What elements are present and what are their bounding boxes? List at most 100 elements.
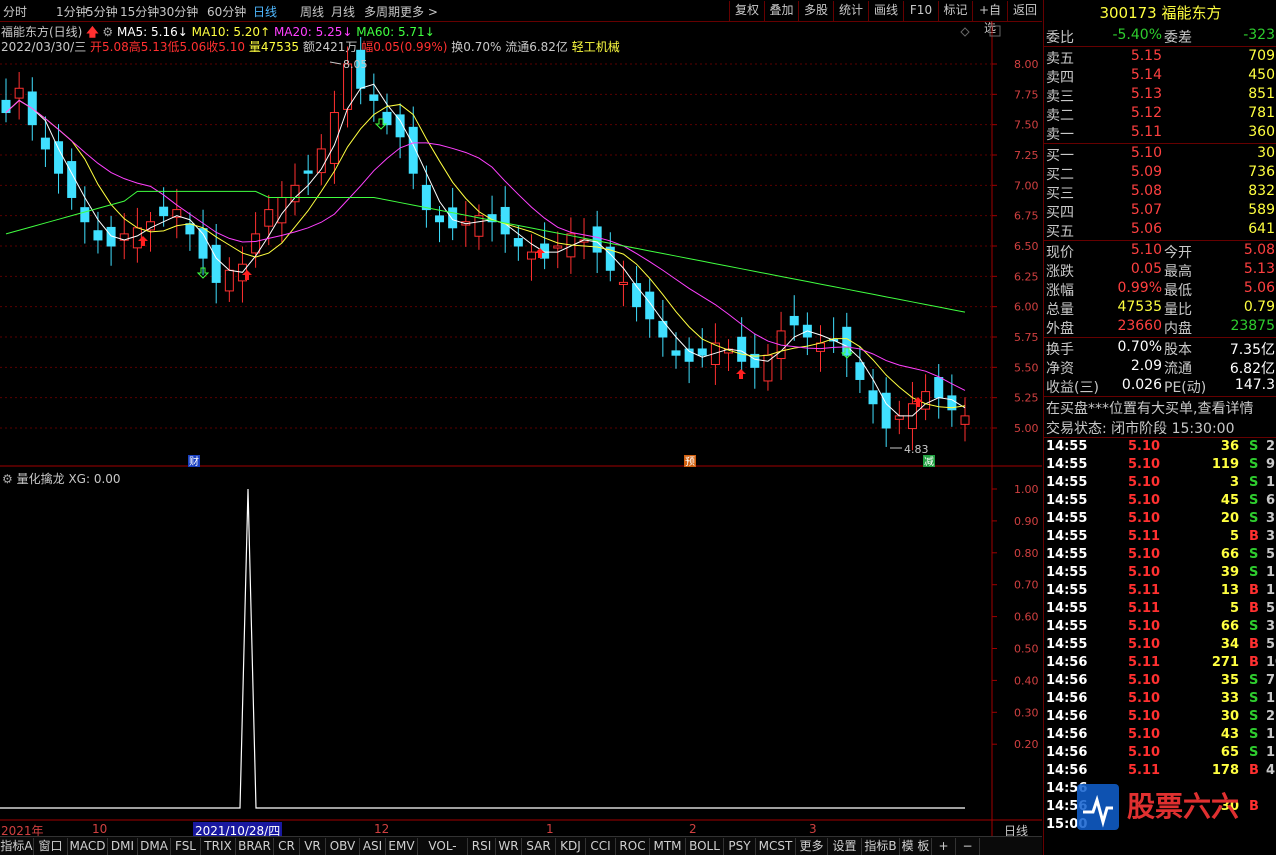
- indicator-tab-11[interactable]: ASI: [360, 838, 386, 855]
- indicator-tab-14[interactable]: RSI: [468, 838, 496, 855]
- big-order-notice[interactable]: 在买盘***位置有大买单,查看详情: [1046, 398, 1276, 417]
- indicator-tab-2[interactable]: MACD: [68, 838, 108, 855]
- indicator-tab-23[interactable]: MCST: [756, 838, 796, 855]
- indicator-tab-1[interactable]: 窗口: [34, 838, 68, 855]
- indicator-tab-9[interactable]: VR: [300, 838, 326, 855]
- indicator-tab-8[interactable]: CR: [274, 838, 300, 855]
- bid-row: 买一 5.10 30: [1044, 145, 1276, 164]
- candle-body: [934, 376, 944, 399]
- candle-body: [14, 87, 24, 99]
- watermark-logo: 股票六六: [1077, 784, 1239, 830]
- tick-row: 14:56 5.10 30 S 2: [1044, 709, 1276, 727]
- tick-price: 5.10: [1128, 691, 1161, 706]
- indicator-tab-29[interactable]: −: [956, 838, 980, 855]
- stat-row: 总量 47535 量比 0.79: [1044, 299, 1276, 318]
- indicator-tab-18[interactable]: CCI: [586, 838, 616, 855]
- stat-row: 涨跌 0.05 最高 5.13: [1044, 261, 1276, 280]
- tick-time: 14:55: [1046, 565, 1088, 580]
- indicator-tab-5[interactable]: FSL: [171, 838, 201, 855]
- candle-body: [894, 415, 904, 420]
- tick-side: S: [1249, 457, 1259, 472]
- weibi-row-label: 委比: [1046, 30, 1074, 46]
- weibi-row-value: -5.40%: [1112, 27, 1162, 43]
- tick-row: 14:56 5.10 65 S 1: [1044, 745, 1276, 763]
- ask-row: 卖四 5.14 450: [1044, 67, 1276, 86]
- ind-label-7: 0.30: [1014, 706, 1039, 719]
- price-label-1: 7.75: [1014, 88, 1039, 101]
- watermark-text: 股票六六: [1127, 790, 1239, 823]
- stat-row-label2: 最低: [1164, 283, 1192, 299]
- tick-volume: 30: [1220, 709, 1239, 724]
- tick-price: 5.11: [1128, 529, 1161, 544]
- indicator-tab-19[interactable]: ROC: [616, 838, 650, 855]
- indicator-tab-20[interactable]: MTM: [650, 838, 686, 855]
- indicator-tab-15[interactable]: WR: [496, 838, 522, 855]
- indicator-tab-24[interactable]: 更多: [796, 838, 828, 855]
- indicator-tab-12[interactable]: EMV: [386, 838, 418, 855]
- stat-row-label: 涨幅: [1046, 283, 1074, 299]
- tick-price: 5.10: [1128, 619, 1161, 634]
- tick-count: 5: [1266, 601, 1276, 616]
- tick-side: B: [1249, 637, 1259, 652]
- tick-time: 14:55: [1046, 637, 1088, 652]
- bid-label: 买五: [1046, 224, 1074, 240]
- ind-label-8: 0.20: [1014, 738, 1039, 751]
- candle-body: [421, 184, 431, 211]
- low-label: 4.83: [904, 443, 929, 456]
- tick-count: 1: [1266, 727, 1276, 742]
- indicator-tab-22[interactable]: PSY: [724, 838, 756, 855]
- tick-side: B: [1249, 601, 1259, 616]
- indicator-tab-6[interactable]: TRIX: [201, 838, 236, 855]
- indicator-tab-0[interactable]: 指标A: [0, 838, 34, 855]
- indicator-tab-7[interactable]: BRAR: [236, 838, 274, 855]
- tick-side: S: [1249, 511, 1259, 526]
- tick-price: 5.10: [1128, 439, 1161, 454]
- stat-row-label2: 今开: [1164, 245, 1192, 261]
- indicator-tab-26[interactable]: 指标B: [862, 838, 900, 855]
- indicator-tab-17[interactable]: KDJ: [556, 838, 586, 855]
- tick-time: 14:55: [1046, 457, 1088, 472]
- stat-row-value2: 23875: [1230, 318, 1275, 334]
- bid-volume: 641: [1248, 221, 1275, 237]
- bid-row: 买五 5.06 641: [1044, 221, 1276, 240]
- tick-side: B: [1249, 655, 1259, 670]
- tick-time: 14:56: [1046, 691, 1088, 706]
- indicator-tab-25[interactable]: 设置: [828, 838, 862, 855]
- indicator-tab-16[interactable]: SAR: [522, 838, 556, 855]
- indicator-tab-4[interactable]: DMA: [138, 838, 171, 855]
- fin-row-value: 2.09: [1130, 358, 1162, 374]
- indicator-tab-13[interactable]: VOL-TDX: [418, 838, 468, 855]
- tick-row: 14:55 5.10 119 S 9: [1044, 457, 1276, 475]
- candle-body: [185, 223, 195, 235]
- indicator-tab-3[interactable]: DMI: [108, 838, 138, 855]
- badge2-text: 预: [685, 456, 695, 468]
- candle-body: [513, 238, 523, 247]
- tick-volume: 271: [1211, 655, 1239, 670]
- candlestick-chart[interactable]: 8.00 7.75 7.50 7.25 7.00 6.75 6.50 6.25 6.00 5.75…: [0, 0, 1042, 855]
- tick-row: 14:56 5.10 43 S 1: [1044, 727, 1276, 745]
- indicator-tab-10[interactable]: OBV: [326, 838, 360, 855]
- stat-row-value2: 0.79: [1243, 299, 1275, 315]
- fin-row-label2: 流通: [1164, 361, 1192, 377]
- stat-row-value2: 5.13: [1243, 261, 1275, 277]
- indicator-xg: XG: 0.00: [68, 472, 121, 486]
- indicator-settings-icon[interactable]: ⚙: [2, 472, 13, 486]
- tick-row: 14:55 5.10 45 S 6: [1044, 493, 1276, 511]
- ind-label-0: 1.00: [1014, 483, 1039, 496]
- tick-time: 14:56: [1046, 727, 1088, 742]
- tick-price: 5.10: [1128, 709, 1161, 724]
- tick-volume: 45: [1220, 493, 1239, 508]
- tick-row: 14:55 5.10 36 S 2: [1044, 439, 1276, 457]
- tick-volume: 178: [1211, 763, 1239, 778]
- indicator-tab-28[interactable]: +: [932, 838, 956, 855]
- ind-label-3: 0.70: [1014, 579, 1039, 592]
- indicator-tab-21[interactable]: BOLL: [686, 838, 724, 855]
- candle-body: [526, 251, 536, 260]
- indicator-tab-27[interactable]: 模 板: [900, 838, 932, 855]
- ask-label: 卖一: [1046, 127, 1074, 143]
- fin-row-value2: 7.35亿: [1229, 342, 1275, 358]
- tick-price: 5.10: [1128, 637, 1161, 652]
- fin-row-label: 换手: [1046, 342, 1074, 358]
- candle-body: [842, 326, 852, 356]
- tick-time: 14:55: [1046, 529, 1088, 544]
